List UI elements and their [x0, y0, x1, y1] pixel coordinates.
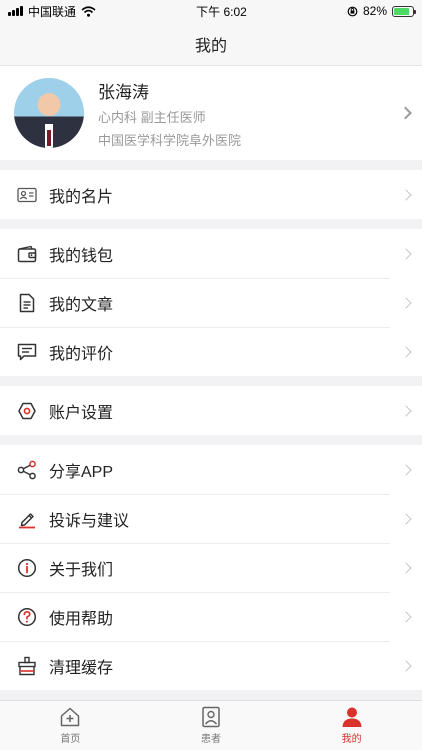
feedback-pen-icon: [16, 508, 38, 530]
menu-section-account: 账户设置: [0, 386, 422, 435]
settings-icon: [16, 400, 38, 422]
chevron-right-icon: [400, 247, 412, 260]
chevron-right-icon: [400, 610, 412, 623]
menu-item-feedback[interactable]: 投诉与建议: [0, 494, 422, 543]
wallet-icon: [16, 243, 38, 265]
chevron-right-icon: [399, 106, 412, 120]
menu-item-label: 分享APP: [49, 463, 114, 481]
carrier-label: 中国联通: [28, 4, 77, 19]
status-left: 中国联通: [8, 3, 96, 20]
home-icon: [61, 707, 80, 727]
battery-icon: [392, 5, 416, 17]
menu-item-reviews[interactable]: 我的评价: [0, 327, 422, 376]
profile-icon: [342, 707, 362, 727]
profile-info: 张海涛 心内科 副主任医师 中国医学科学院阜外医院: [98, 78, 241, 149]
nav-bar: 我的: [0, 22, 422, 66]
article-icon: [16, 292, 38, 314]
chevron-right-icon: [400, 404, 412, 417]
chevron-right-icon: [400, 345, 412, 358]
menu-item-label: 我的文章: [49, 296, 114, 314]
menu-item-label: 投诉与建议: [49, 512, 130, 530]
chevron-right-icon: [400, 659, 412, 672]
status-bar: 中国联通 下午 6:02 82%: [0, 0, 422, 22]
tab-label: 首页: [60, 734, 81, 745]
menu-section-card: 我的名片: [0, 170, 422, 219]
menu-item-clear-cache[interactable]: 清理缓存: [0, 641, 422, 690]
menu-item-label: 我的评价: [49, 345, 114, 363]
profile-card[interactable]: 张海涛 心内科 副主任医师 中国医学科学院阜外医院: [0, 66, 422, 160]
doctor-department-title: 心内科 副主任医师: [98, 109, 206, 125]
chevron-right-icon: [400, 463, 412, 476]
signal-icon: [8, 6, 23, 16]
business-card-icon: [16, 184, 38, 206]
menu-item-label: 我的钱包: [49, 247, 114, 265]
tab-patients[interactable]: 患者: [141, 701, 282, 750]
menu-item-label: 我的名片: [49, 188, 114, 206]
wifi-icon: [81, 5, 96, 17]
patient-icon: [202, 706, 220, 728]
menu-item-label: 账户设置: [49, 404, 114, 422]
clear-cache-icon: [16, 655, 38, 677]
menu-item-articles[interactable]: 我的文章: [0, 278, 422, 327]
help-icon: [16, 606, 38, 628]
menu-item-label: 清理缓存: [49, 659, 114, 677]
status-time: 下午 6:02: [196, 4, 247, 19]
menu-item-wallet[interactable]: 我的钱包: [0, 229, 422, 278]
avatar: [14, 78, 84, 148]
menu-item-help[interactable]: 使用帮助: [0, 592, 422, 641]
menu-item-about-us[interactable]: 关于我们: [0, 543, 422, 592]
menu-item-label: 关于我们: [49, 561, 114, 579]
tab-label: 我的: [341, 734, 362, 745]
battery-percent: 82%: [362, 4, 387, 18]
tab-label: 患者: [201, 734, 221, 745]
chevron-right-icon: [400, 188, 412, 201]
page-title: 我的: [194, 37, 227, 55]
menu-section-personal: 我的钱包 我的文章 我的评价: [0, 229, 422, 376]
chevron-right-icon: [400, 296, 412, 309]
menu-item-label: 使用帮助: [49, 610, 114, 628]
tab-mine[interactable]: 我的: [281, 701, 422, 750]
doctor-hospital: 中国医学科学院阜外医院: [98, 132, 242, 148]
tab-bar: 首页 患者 我的: [0, 700, 422, 750]
menu-section-general: 分享APP 投诉与建议 关于我们 使用帮助 清理缓存: [0, 445, 422, 690]
menu-item-share-app[interactable]: 分享APP: [0, 445, 422, 494]
orientation-lock-icon: [347, 6, 358, 16]
status-right: 82%: [347, 4, 416, 18]
comment-icon: [16, 341, 38, 363]
chevron-right-icon: [400, 512, 412, 525]
chevron-right-icon: [400, 561, 412, 574]
menu-item-account-settings[interactable]: 账户设置: [0, 386, 422, 435]
menu-item-business-card[interactable]: 我的名片: [0, 170, 422, 219]
doctor-name: 张海涛: [98, 82, 149, 102]
tab-home[interactable]: 首页: [0, 701, 141, 750]
info-icon: [16, 557, 38, 579]
share-icon: [16, 459, 38, 481]
